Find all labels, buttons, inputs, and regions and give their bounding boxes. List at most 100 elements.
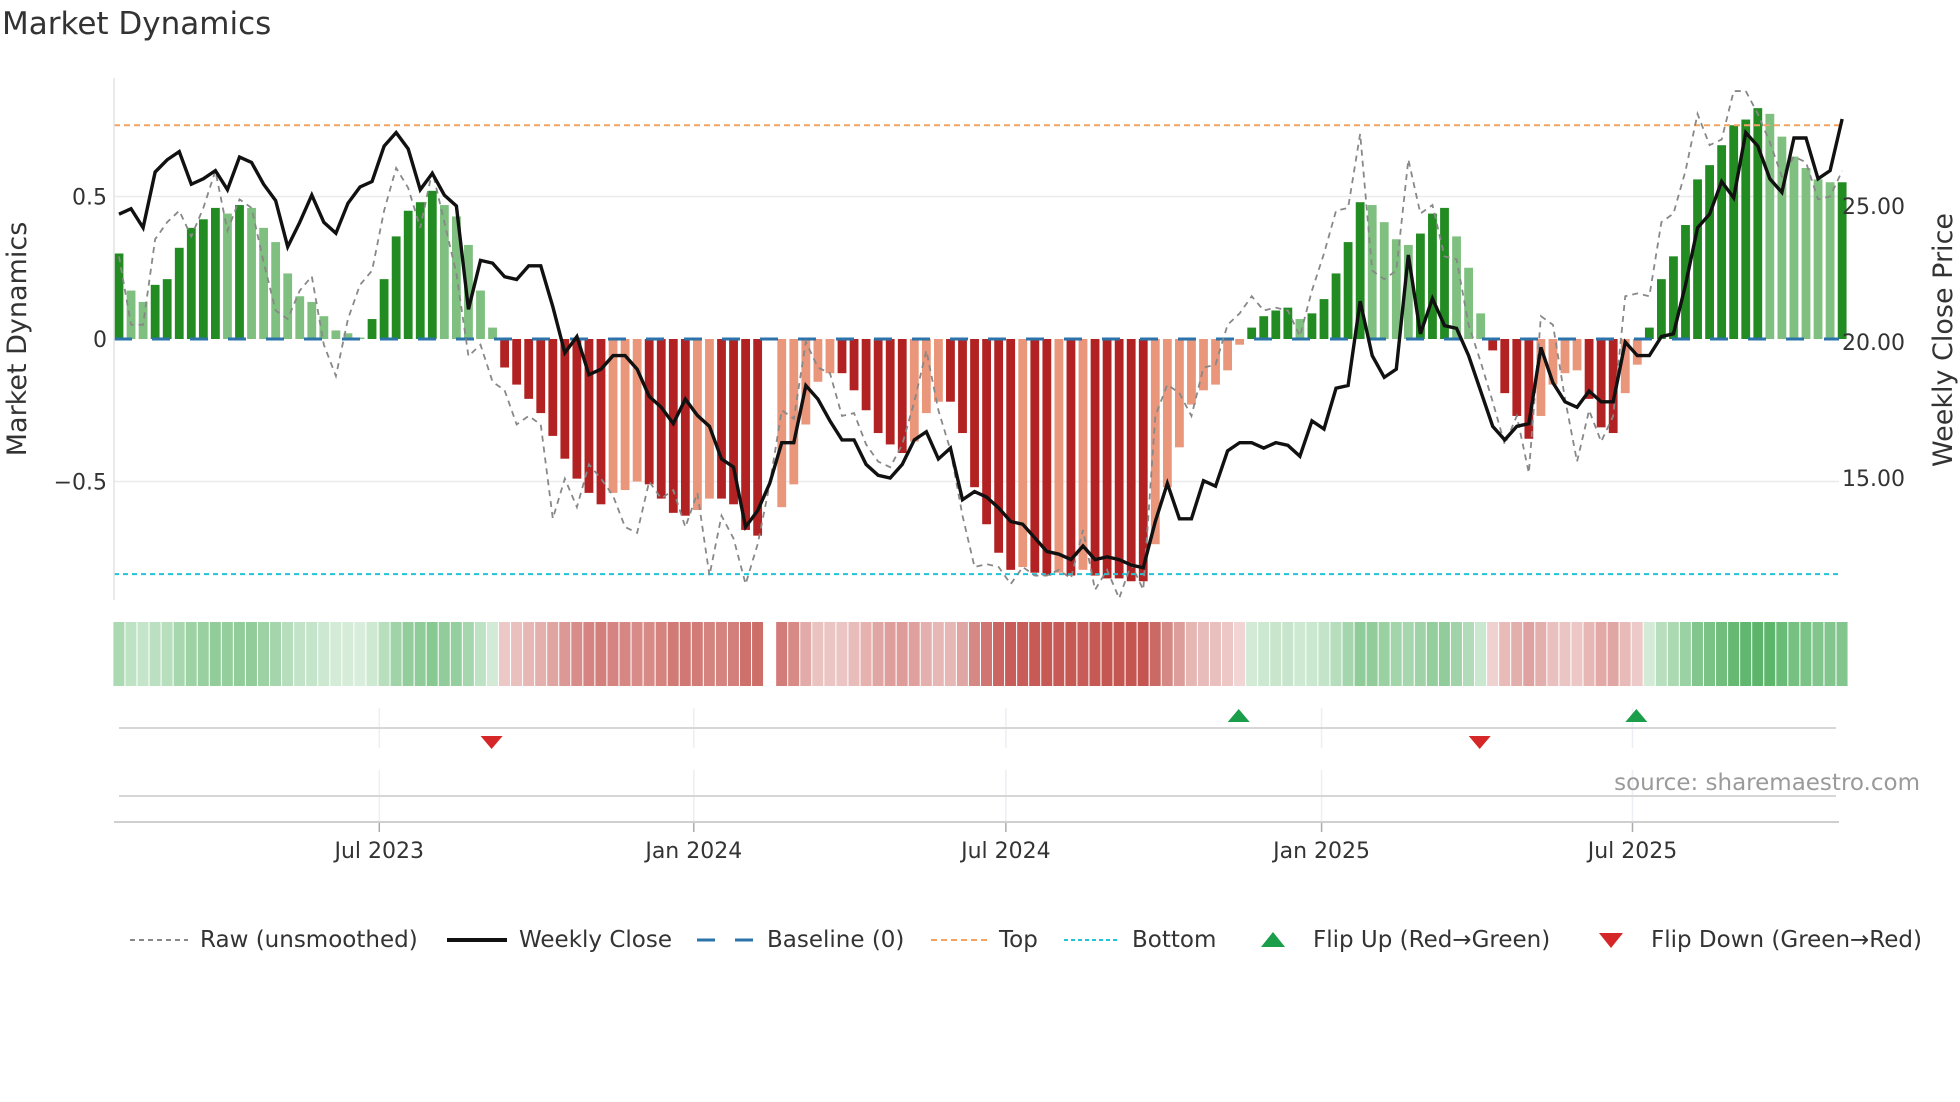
momentum-bar [295,296,305,339]
momentum-bar [319,316,329,339]
momentum-bar [632,339,642,482]
momentum-bar [825,339,835,374]
regime-cell [679,622,691,686]
flip-down-marker-icon [1468,736,1491,749]
regime-cell [1306,622,1318,686]
regime-cell [812,622,824,686]
regime-cell [523,622,535,686]
regime-cell [619,622,631,686]
momentum-bar [1319,299,1329,339]
momentum-bar [837,339,847,374]
regime-cell [486,622,498,686]
regime-cell [1607,622,1619,686]
momentum-bar [1657,279,1666,339]
momentum-bar [1789,156,1799,339]
momentum-bar [644,339,654,485]
legend-item-close: Weekly Close [447,922,672,958]
momentum-bar [1114,339,1124,579]
regime-cell [571,622,583,686]
regime-cell [1523,622,1535,686]
legend-top-label: Top [999,927,1038,953]
regime-cell [667,622,679,686]
momentum-bar [801,339,811,425]
legend-item-flip-up: Flip Up (Red→Green) [1259,922,1550,958]
regime-cell [1559,622,1571,686]
legend-item-raw: Raw (unsmoothed) [130,922,418,958]
regime-cell [583,622,595,686]
momentum-bar [946,339,955,402]
momentum-bar [1500,339,1510,394]
regime-cell [715,622,727,686]
regime-cell [354,622,366,686]
momentum-bar [1018,339,1028,567]
regime-cell [1812,622,1824,686]
momentum-bar [1596,339,1606,428]
flip-panel: Jul 2023 Jan 2024 Jul 2024 Jan 2025 Jul 2025 [114,708,1839,864]
momentum-bar [1560,339,1570,374]
regime-cell [1354,622,1366,686]
momentum-bar [524,339,534,399]
regime-cell [1125,622,1137,686]
flip-down-triangle-icon [1599,933,1623,948]
regime-cell [1499,622,1511,686]
flip-up-marker-icon [1227,709,1250,722]
regime-cell [185,622,197,686]
regime-cell [993,622,1005,686]
momentum-bar [705,339,714,499]
y-tick-label: 0.5 [72,186,107,211]
regime-cell [727,622,739,686]
regime-cell [752,622,764,686]
regime-cell [1655,622,1667,686]
regime-cell [1679,622,1691,686]
regime-cell [1475,622,1487,686]
momentum-bar [1247,327,1257,339]
momentum-bar [873,339,883,434]
regime-cell [221,622,233,686]
regime-cell [1161,622,1173,686]
regime-cell [824,622,836,686]
legend-flip-down-label: Flip Down (Green→Red) [1651,927,1922,953]
legend-bottom-swatch [1064,939,1120,941]
regime-cell [1053,622,1065,686]
regime-cell [499,622,510,686]
regime-cell [1222,622,1233,686]
legend-bottom-label: Bottom [1132,927,1217,953]
legend-top-swatch [931,939,987,941]
regime-cell [1776,622,1788,686]
x-tick-label: Jul 2024 [959,839,1051,864]
regime-cell [1535,622,1547,686]
regime-cell [908,622,920,686]
regime-cell [1619,622,1631,686]
legend-baseline-label: Baseline (0) [767,927,905,953]
momentum-bar [1006,339,1016,570]
momentum-bar [849,339,859,391]
regime-cell [294,622,306,686]
regime-cell [1450,622,1462,686]
regime-cell [836,622,848,686]
regime-cell [535,622,547,686]
regime-cell [1836,622,1848,686]
regime-cell [342,622,354,686]
momentum-bar [476,290,485,339]
regime-cell [1041,622,1053,686]
momentum-bar [235,205,244,339]
regime-cell [607,622,619,686]
momentum-bar [1512,339,1522,416]
y-tick-label: 0 [93,328,107,353]
momentum-bar [994,339,1004,553]
regime-cell [1077,622,1089,686]
momentum-bar [1765,113,1775,339]
momentum-bar [680,339,690,516]
momentum-bar [126,290,136,339]
momentum-bar [1138,339,1148,582]
regime-cell [1209,622,1221,686]
regime-cell [450,622,462,686]
regime-cell [1402,622,1414,686]
regime-cell [1752,622,1764,686]
regime-cell [956,622,968,686]
regime-cell [944,622,956,686]
regime-cell [1246,622,1258,686]
regime-cell [1800,622,1812,686]
momentum-bar [1162,339,1172,488]
regime-cell [438,622,450,686]
